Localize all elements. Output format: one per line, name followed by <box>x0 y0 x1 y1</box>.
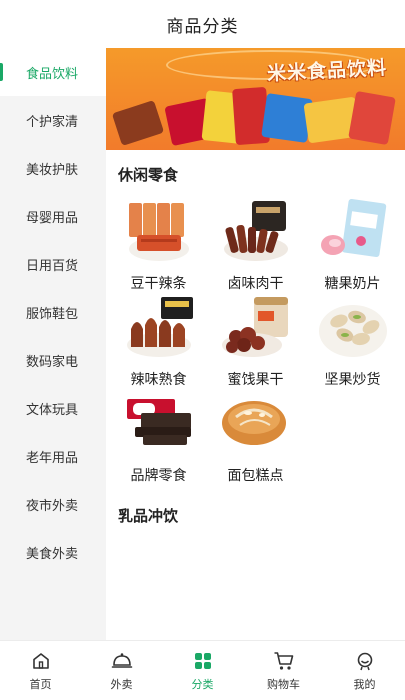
sidebar-item-label: 个护家清 <box>26 114 79 130</box>
sidebar-item-label: 文体玩具 <box>26 402 79 418</box>
snacks-grid: 豆干辣条 卤味肉干 糖果奶片 辣味熟食 蜜饯果干 坚果炒货 品牌零食 面包糕点 <box>106 199 405 487</box>
home-icon <box>30 650 52 672</box>
grid-icon <box>192 650 214 672</box>
grid-item-dried-fruit[interactable]: 蜜饯果干 <box>207 295 304 391</box>
grid-item-brand-snacks[interactable]: 品牌零食 <box>110 391 207 487</box>
grid-item-label: 品牌零食 <box>130 468 187 484</box>
sidebar-item-food-drinks[interactable]: 食品饮料 <box>0 48 106 96</box>
sidebar-item-stationery-toys[interactable]: 文体玩具 <box>0 384 106 432</box>
sidebar-item-night-market[interactable]: 夜市外卖 <box>0 480 106 528</box>
grid-item-label: 蜜饯果干 <box>227 372 284 388</box>
grid-item-label: 糖果奶片 <box>324 276 381 292</box>
sidebar-item-label: 数码家电 <box>26 354 79 370</box>
tab-label: 购物车 <box>267 677 300 691</box>
sidebar-item-label: 服饰鞋包 <box>26 306 79 322</box>
sidebar-item-label: 母婴用品 <box>26 210 79 226</box>
sidebar-item-label: 美食外卖 <box>26 546 79 562</box>
category-content: 米米食品饮料 休闲零食 豆干辣条 卤味肉干 糖果奶片 辣味熟食 蜜饯果干 坚果炒… <box>106 48 405 640</box>
grid-item-label: 辣味熟食 <box>130 372 187 388</box>
grid-item-label: 豆干辣条 <box>130 276 187 292</box>
sidebar-item-baby[interactable]: 母婴用品 <box>0 192 106 240</box>
grid-item-beef-jerky[interactable]: 卤味肉干 <box>207 199 304 295</box>
beef-jerky-image <box>218 199 294 265</box>
grid-item-spicy-strips[interactable]: 豆干辣条 <box>110 199 207 295</box>
sidebar-item-personal-care[interactable]: 个护家清 <box>0 96 106 144</box>
sidebar-item-label: 日用百货 <box>26 258 79 274</box>
grid-item-label: 坚果炒货 <box>324 372 381 388</box>
grid-item-candy[interactable]: 糖果奶片 <box>304 199 401 295</box>
dried-fruit-image <box>218 295 294 361</box>
snack-pack-brown-image <box>111 100 165 146</box>
sidebar-item-electronics[interactable]: 数码家电 <box>0 336 106 384</box>
user-icon <box>354 650 376 672</box>
bread-image <box>218 391 294 457</box>
tab-label: 分类 <box>191 677 214 691</box>
sidebar-item-apparel[interactable]: 服饰鞋包 <box>0 288 106 336</box>
sidebar-item-senior[interactable]: 老年用品 <box>0 432 106 480</box>
spicy-strips-image <box>121 199 197 265</box>
category-sidebar: 食品饮料 个护家清 美妆护肤 母婴用品 日用百货 服饰鞋包 数码家电 文体玩具 … <box>0 48 106 640</box>
tab-profile[interactable]: 我的 <box>324 641 405 700</box>
sidebar-item-label: 老年用品 <box>26 450 79 466</box>
grid-item-label: 面包糕点 <box>227 468 284 484</box>
candy-image <box>315 199 391 265</box>
tab-cart[interactable]: 购物车 <box>243 641 324 700</box>
grid-item-pistachio[interactable]: 坚果炒货 <box>304 295 401 391</box>
grid-item-label: 卤味肉干 <box>227 276 284 292</box>
duck-neck-image <box>121 295 197 361</box>
tab-category[interactable]: 分类 <box>162 641 243 700</box>
sidebar-item-label: 夜市外卖 <box>26 498 79 514</box>
sidebar-item-daily-goods[interactable]: 日用百货 <box>0 240 106 288</box>
sidebar-item-beauty[interactable]: 美妆护肤 <box>0 144 106 192</box>
grid-item-duck-neck[interactable]: 辣味熟食 <box>110 295 207 391</box>
tab-label: 首页 <box>29 677 52 691</box>
banner-title: 米米食品饮料 <box>266 56 388 86</box>
tab-home[interactable]: 首页 <box>0 641 81 700</box>
promo-banner[interactable]: 米米食品饮料 <box>106 48 405 150</box>
tab-label: 我的 <box>353 677 376 691</box>
bottom-tab-bar: 首页 外卖 分类 购物车 我的 <box>0 640 405 700</box>
sidebar-item-label: 食品饮料 <box>26 66 79 82</box>
page-title: 商品分类 <box>166 16 239 37</box>
dome-icon <box>111 650 133 672</box>
tab-takeout[interactable]: 外卖 <box>81 641 162 700</box>
kitkat-image <box>121 391 197 457</box>
section-title-snacks: 休闲零食 <box>118 166 179 184</box>
grid-item-bread[interactable]: 面包糕点 <box>207 391 304 487</box>
page-header: 商品分类 <box>0 0 405 48</box>
tab-label: 外卖 <box>110 677 133 691</box>
sidebar-item-label: 美妆护肤 <box>26 162 79 178</box>
cart-icon <box>273 650 295 672</box>
snack-pack-coral-image <box>348 90 396 146</box>
pistachio-image <box>315 295 391 361</box>
sidebar-item-food-delivery[interactable]: 美食外卖 <box>0 528 106 576</box>
section-title-dairy-drinks: 乳品冲饮 <box>118 507 179 525</box>
